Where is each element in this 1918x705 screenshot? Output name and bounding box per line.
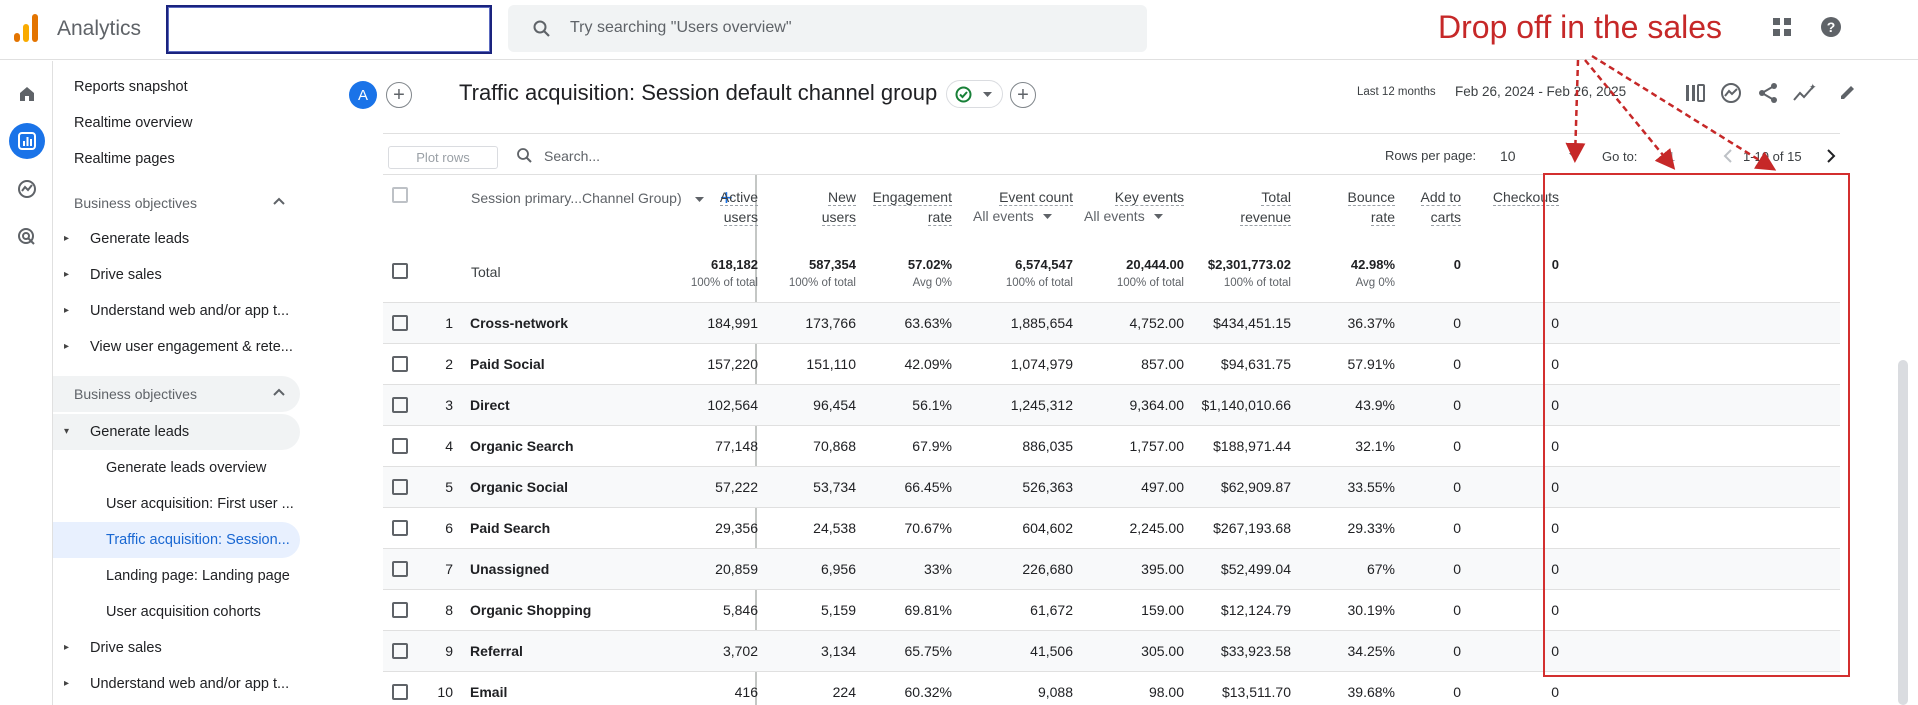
highlight-box	[1543, 173, 1850, 677]
scrollbar[interactable]	[1898, 360, 1908, 705]
